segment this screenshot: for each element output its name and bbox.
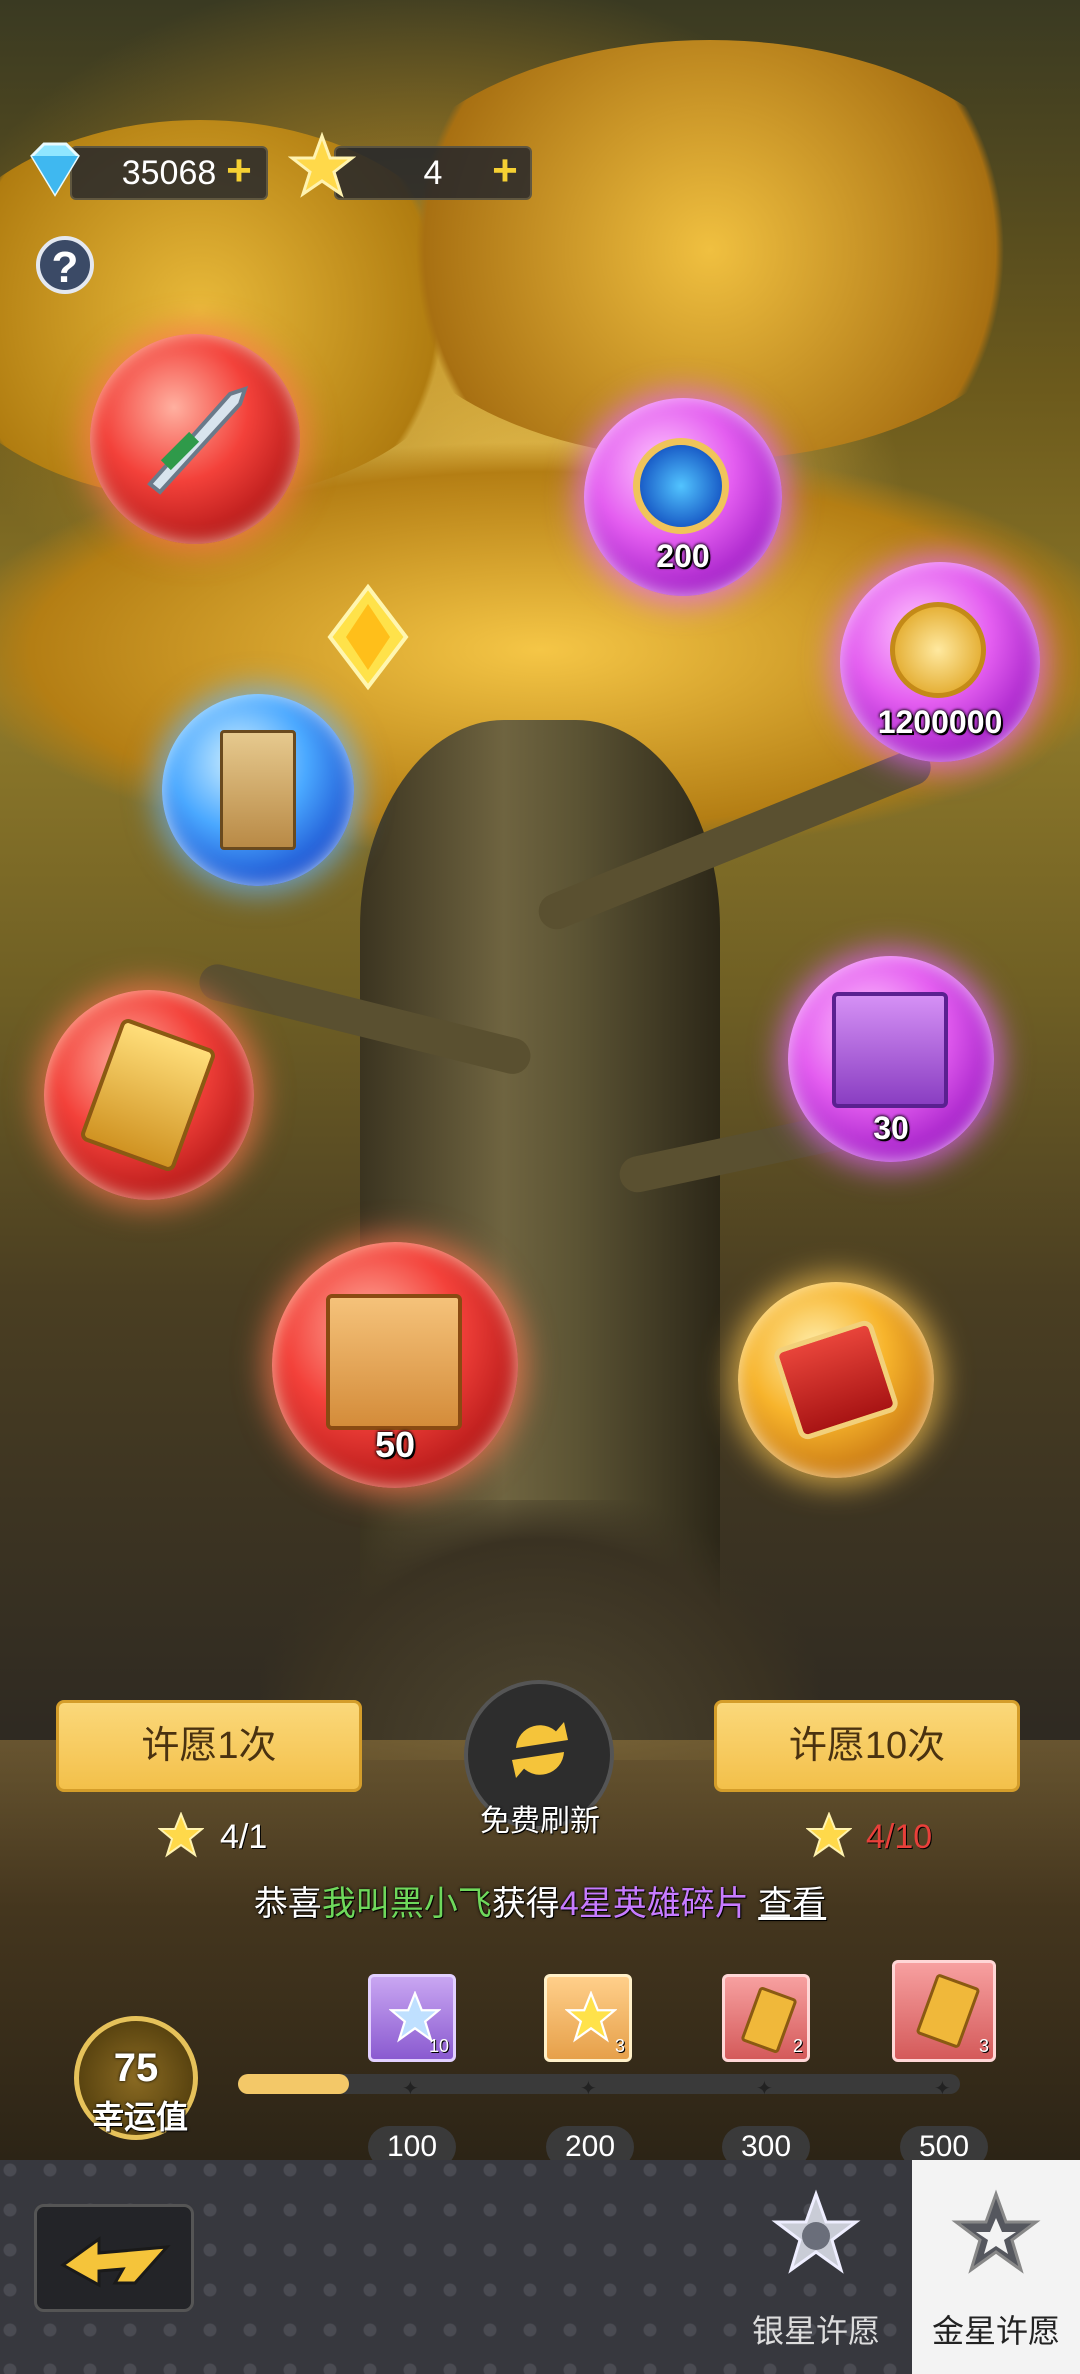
tab-silver-wish-label: 银星许愿 (751, 2313, 880, 2349)
lucky-value: 75 (113, 2046, 159, 2090)
hero-red-quantity: 50 (374, 1424, 416, 1465)
back-arrow-icon (60, 2236, 171, 2288)
notice-item: 4星英雄碎片 (559, 1885, 749, 1923)
general-token-icon (78, 1016, 218, 1174)
wish-ten-button[interactable]: 许愿10次 (714, 1700, 1020, 1792)
milestone-tick: ✦ (402, 2078, 419, 2100)
blue-orb-icon (633, 438, 729, 534)
milestone-reward-100[interactable]: 10 (368, 1974, 456, 2062)
diamond-value: 35068 (121, 153, 217, 192)
tab-gold-wish-label: 金星许愿 (931, 2313, 1060, 2349)
general-token-icon (740, 1985, 798, 2055)
add-star-button[interactable]: + (488, 149, 522, 193)
lucky-progress-bar (238, 2074, 960, 2094)
milestone-tick: ✦ (580, 2078, 597, 2100)
hero-portrait-icon (326, 1294, 462, 1430)
milestone-reward-300[interactable]: 2 (722, 1974, 810, 2062)
general-token-icon (915, 1973, 981, 2049)
canopy-top (360, 40, 1060, 460)
reward-bubble-hero-shard-purple[interactable]: 30 (788, 956, 994, 1162)
back-button[interactable] (34, 2204, 194, 2312)
reward-bubble-weapon[interactable] (90, 334, 300, 544)
reward-count: 3 (978, 2036, 989, 2056)
star-cost-icon (158, 1812, 204, 1858)
wish-once-button[interactable]: 许愿1次 (56, 1700, 362, 1792)
tab-silver-wish[interactable]: 银星许愿 (736, 2160, 896, 2374)
wish-once-cost: 4/1 (220, 1818, 268, 1856)
orb-quantity: 200 (656, 538, 710, 574)
gold-star-wish-icon (951, 2189, 1041, 2274)
gold-star-icon (565, 1991, 617, 2043)
add-diamond-button[interactable]: + (222, 149, 256, 193)
notice-prefix: 恭喜 (253, 1885, 322, 1923)
milestone-tick: ✦ (756, 2078, 773, 2100)
sword-icon (147, 385, 249, 495)
reward-bubble-orb[interactable]: 200 (584, 398, 782, 596)
reward-bubble-general-token[interactable] (44, 990, 254, 1200)
help-button[interactable]: ? (36, 236, 94, 294)
gold-coin-quantity: 1200000 (877, 704, 1003, 740)
wish-ten-cost: 4/10 (866, 1818, 933, 1856)
tree-crystal-icon (327, 583, 409, 691)
gold-star-icon (288, 132, 356, 198)
milestone-reward-500[interactable]: 3 (892, 1960, 996, 2062)
milestone-tick: ✦ (934, 2078, 951, 2100)
announcement-banner: 恭喜我叫黑小飞获得4星英雄碎片 查看 (0, 1876, 1080, 1925)
gold-coin-icon (890, 602, 986, 698)
star-cost-icon (806, 1812, 852, 1858)
reward-count: 10 (428, 2036, 449, 2056)
hero-shard-purple-icon (832, 992, 948, 1108)
star-value: 4 (423, 153, 443, 192)
reward-bubble-red-ticket[interactable] (738, 1282, 934, 1478)
view-link[interactable]: 查看 (758, 1885, 826, 1923)
refresh-icon (512, 1722, 568, 1778)
reward-count: 3 (614, 2036, 625, 2056)
silver-star-wish-icon (771, 2189, 861, 2274)
notice-player-name: 我叫黑小飞 (321, 1885, 492, 1923)
free-refresh-label: 免费刷新 (480, 1805, 600, 1838)
notice-middle: 获得 (491, 1885, 560, 1923)
lucky-progress-fill (238, 2074, 350, 2094)
red-ticket-icon (771, 1318, 901, 1442)
reward-bubble-scroll[interactable] (162, 694, 354, 886)
milestone-reward-200[interactable]: 3 (544, 1974, 632, 2062)
scroll-icon (220, 730, 296, 850)
reward-count: 2 (792, 2036, 803, 2056)
reward-bubble-gold-coin[interactable]: 1200000 (840, 562, 1040, 762)
tab-gold-wish[interactable]: 金星许愿 (912, 2160, 1080, 2374)
hero-purple-quantity: 30 (873, 1110, 909, 1146)
reward-bubble-hero-shard-red[interactable]: 50 (272, 1242, 518, 1488)
diamond-icon (30, 142, 80, 197)
lucky-value-label: 幸运值 (91, 2099, 188, 2135)
